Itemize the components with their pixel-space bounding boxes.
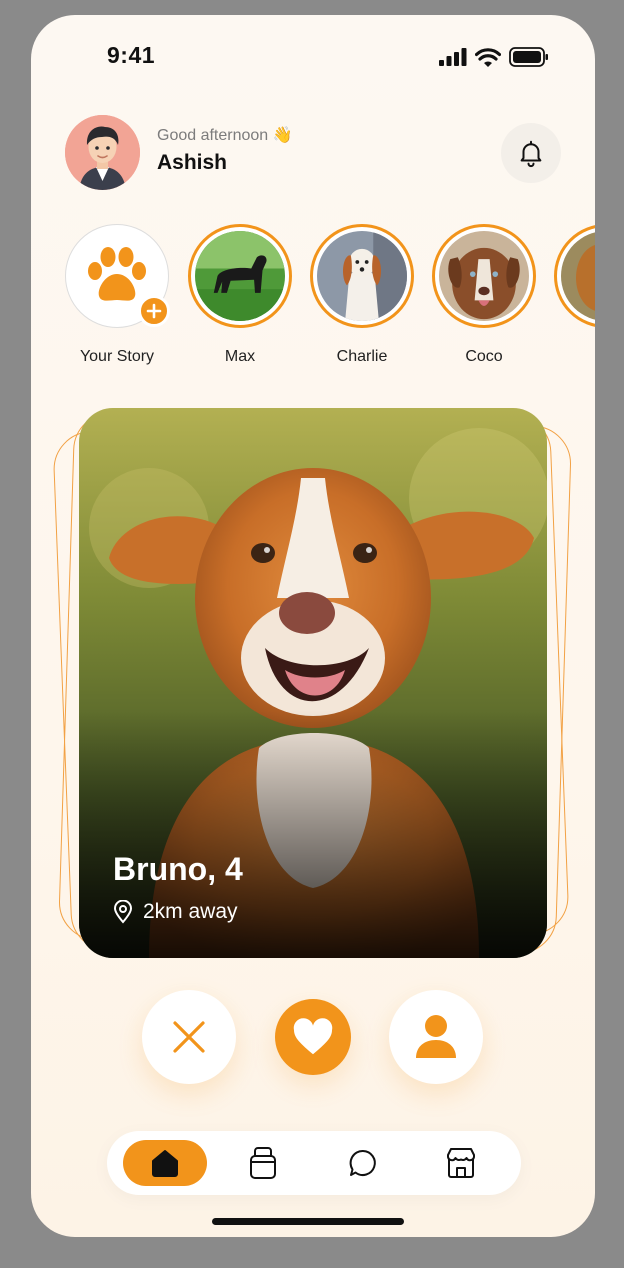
wifi-icon [475, 47, 501, 67]
story-max[interactable]: Max [188, 224, 292, 366]
status-time: 9:41 [107, 42, 156, 68]
bag-icon [250, 1147, 276, 1179]
story-label: Charlie [336, 348, 388, 365]
your-story-circle[interactable] [65, 224, 170, 328]
user-icon [416, 1015, 456, 1058]
bell-icon [520, 140, 542, 168]
notifications-button[interactable] [501, 123, 561, 183]
story-next[interactable] [554, 224, 595, 328]
story-photo-coco [439, 231, 529, 321]
chat-icon [349, 1149, 376, 1176]
dislike-button[interactable] [142, 990, 236, 1084]
story-coco[interactable]: Coco [432, 224, 536, 366]
nav-chat[interactable] [321, 1140, 405, 1186]
nav-orders[interactable] [221, 1140, 305, 1186]
bottom-nav [107, 1131, 521, 1195]
home-icon [152, 1150, 178, 1177]
story-label: Max [224, 348, 256, 365]
add-story-button[interactable] [138, 295, 170, 327]
store-icon [447, 1148, 475, 1178]
paw-icon [88, 247, 146, 301]
close-icon [173, 1021, 205, 1053]
story-label: Coco [465, 348, 503, 365]
avatar[interactable] [65, 115, 140, 190]
status-bar: 9:41 [31, 15, 595, 95]
location-pin-icon [113, 900, 133, 924]
story-charlie[interactable]: Charlie [310, 224, 414, 366]
pet-card-stack: Bruno, 4 2km away [52, 403, 573, 973]
plus-icon [146, 303, 162, 319]
greeting-text: Good afternoon 👋 [157, 127, 293, 144]
story-your-story[interactable]: Your Story [65, 224, 170, 366]
home-indicator [212, 1218, 404, 1225]
signal-icon [439, 48, 467, 66]
story-label: Your Story [79, 348, 155, 365]
user-name: Ashish [157, 151, 228, 174]
nav-home[interactable] [123, 1140, 207, 1186]
home-header: Good afternoon 👋 Ashish [65, 115, 561, 191]
nav-store[interactable] [419, 1140, 503, 1186]
story-photo-next [561, 231, 595, 321]
pet-distance: 2km away [113, 900, 238, 924]
stories-row: Your Story Max Charlie Coco [65, 224, 595, 384]
distance-text: 2km away [143, 900, 238, 923]
battery-icon [509, 47, 548, 67]
pet-name-age: Bruno, 4 [113, 851, 243, 887]
card-actions [31, 990, 595, 1085]
story-photo-charlie [317, 231, 407, 321]
story-photo-max [195, 231, 285, 321]
status-icons [439, 47, 549, 67]
heart-icon [293, 1018, 333, 1055]
phone-screen: 9:41 Good afternoon 👋 Ashish Your Story … [31, 15, 595, 1237]
pet-card[interactable]: Bruno, 4 2km away [79, 408, 547, 958]
profile-button[interactable] [389, 990, 483, 1084]
like-button[interactable] [275, 999, 351, 1075]
